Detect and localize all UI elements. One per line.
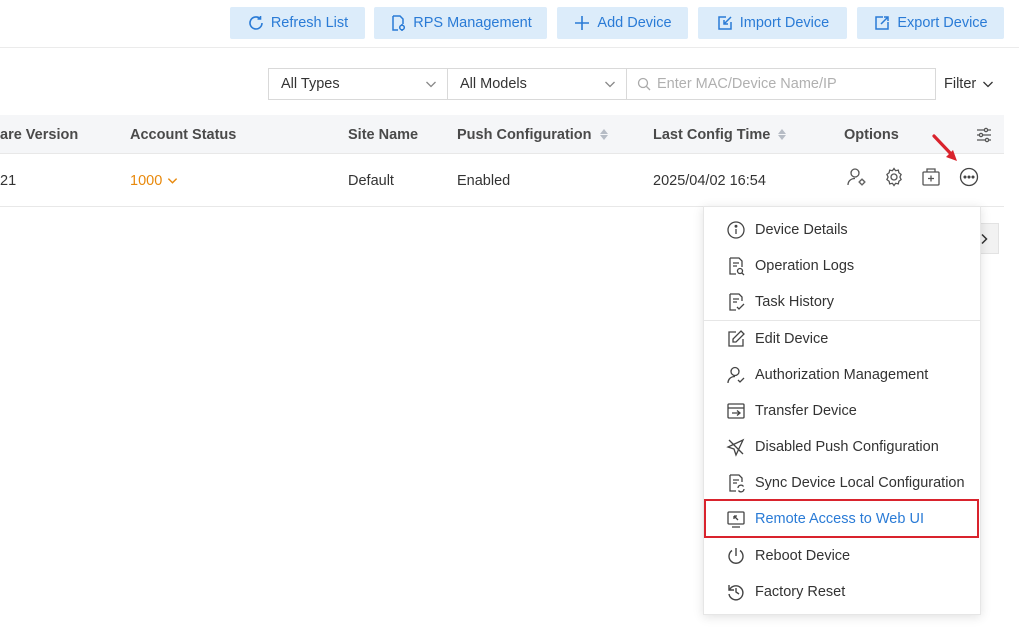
gear-icon[interactable]: [883, 166, 905, 188]
menu-item-factory-reset[interactable]: Factory Reset: [704, 574, 980, 610]
export-device-label: Export Device: [897, 15, 988, 31]
header-push-configuration[interactable]: Push Configuration: [457, 115, 608, 154]
menu-item-operation-logs[interactable]: Operation Logs: [704, 248, 980, 284]
menu-item-transfer-device[interactable]: Transfer Device: [704, 393, 980, 429]
add-device-button[interactable]: Add Device: [557, 7, 688, 39]
rps-management-button[interactable]: RPS Management: [374, 7, 547, 39]
user-settings-icon[interactable]: [846, 166, 868, 188]
edit-icon: [728, 330, 745, 347]
cell-last-config-time: 2025/04/02 16:54: [653, 172, 766, 189]
header-last-config-time[interactable]: Last Config Time: [653, 115, 787, 154]
transfer-icon: [727, 403, 745, 419]
search-placeholder: Enter MAC/Device Name/IP: [657, 76, 837, 92]
header-options: Options: [844, 126, 899, 143]
header-site-name: Site Name: [348, 126, 419, 143]
more-options-icon[interactable]: [958, 166, 980, 188]
sync-icon: [729, 474, 745, 493]
plus-icon: [575, 16, 590, 30]
chevron-down-icon: [426, 81, 436, 88]
search-icon: [637, 77, 651, 91]
import-icon: [718, 16, 732, 30]
cell-firmware: 21: [0, 172, 17, 189]
menu-item-reboot-device[interactable]: Reboot Device: [704, 538, 980, 574]
menu-item-edit-device[interactable]: Edit Device: [704, 321, 980, 357]
filter-dropdown[interactable]: Filter: [944, 68, 994, 100]
import-device-label: Import Device: [739, 15, 830, 31]
rps-management-label: RPS Management: [413, 15, 532, 31]
export-icon: [875, 16, 890, 30]
menu-item-sync-device-local-configuration[interactable]: Sync Device Local Configuration: [704, 465, 980, 501]
model-select-value: All Models: [460, 76, 527, 92]
power-icon: [728, 548, 744, 564]
chevron-down-icon: [605, 81, 615, 88]
refresh-icon: [249, 16, 263, 30]
import-device-button[interactable]: Import Device: [698, 7, 847, 39]
user-check-icon: [727, 366, 745, 384]
log-icon: [729, 257, 745, 276]
cell-account-status[interactable]: 1000: [130, 154, 178, 207]
header-account-status: Account Status: [130, 126, 237, 143]
filter-label: Filter: [944, 76, 977, 92]
push-off-icon: [726, 438, 745, 457]
menu-item-authorization-management[interactable]: Authorization Management: [704, 357, 980, 393]
arrow-annotation-icon: [932, 134, 957, 161]
export-device-button[interactable]: Export Device: [857, 7, 1004, 39]
remote-access-icon: [727, 511, 745, 528]
options-menu: Device Details Operation Logs Task Histo…: [703, 206, 981, 615]
model-select[interactable]: All Models: [447, 68, 627, 100]
add-device-label: Add Device: [597, 15, 672, 31]
refresh-list-label: Refresh List: [270, 15, 349, 31]
toolbar: Refresh List RPS Management Add Device I…: [0, 0, 1019, 48]
cell-site-name: Default: [348, 172, 394, 189]
type-select-value: All Types: [281, 76, 340, 92]
sort-icon[interactable]: [778, 129, 787, 140]
sort-icon[interactable]: [599, 129, 608, 140]
chevron-down-icon: [168, 178, 178, 184]
info-icon: [727, 221, 745, 239]
header-firmware-version: are Version: [0, 126, 79, 143]
cell-push-configuration: Enabled: [457, 172, 511, 189]
menu-item-task-history[interactable]: Task History: [704, 284, 980, 320]
type-select[interactable]: All Types: [268, 68, 448, 100]
reset-icon: [728, 585, 744, 601]
menu-item-remote-access-web-ui[interactable]: Remote Access to Web UI: [704, 501, 980, 537]
search-input[interactable]: Enter MAC/Device Name/IP: [626, 68, 936, 100]
task-history-icon: [729, 293, 745, 311]
refresh-list-button[interactable]: Refresh List: [230, 7, 365, 39]
device-add-icon[interactable]: [920, 166, 942, 188]
table-header: are Version Account Status Site Name Pus…: [0, 115, 1004, 154]
rps-icon: [392, 15, 406, 31]
menu-item-device-details[interactable]: Device Details: [704, 212, 980, 248]
column-settings-icon[interactable]: [975, 115, 993, 154]
chevron-down-icon: [983, 81, 994, 88]
menu-item-disabled-push-configuration[interactable]: Disabled Push Configuration: [704, 429, 980, 465]
